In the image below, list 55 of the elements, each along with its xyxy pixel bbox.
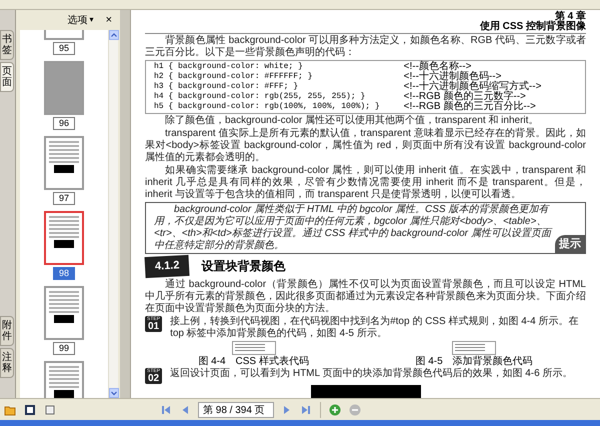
page-number-field[interactable]: 第 98 / 394 页 [198, 402, 274, 418]
code-line: h2 { background-color: #FFFFFF; } [154, 72, 314, 82]
code-screenshot-drawing [452, 340, 496, 354]
side-tab[interactable]: 注释 [0, 348, 14, 378]
code-line: h3 { background-color: #FFF; } [154, 82, 300, 92]
code-screenshot-drawing [232, 340, 276, 354]
code-comment: <!--十六进制颜色码缩写方式--> [404, 82, 542, 92]
page-number: 98 [52, 267, 75, 280]
next-page-icon[interactable] [282, 404, 292, 416]
code-comment: <!--RGB 颜色的三元数字--> [404, 92, 527, 102]
folder-icon[interactable] [4, 404, 16, 416]
code-comment: <!--十六进制颜色码--> [404, 72, 502, 82]
side-tab[interactable]: 书签 [0, 30, 14, 60]
scrollbar[interactable] [108, 30, 118, 398]
paragraph: transparent 值实际上是所有元素的默认值，transparent 意味着显示已经存在的背景。因此，如果对<body>标签设置 background-color，属性值为 red，则页面中所有没有设置 background-color 属性值的元素都会透明的。 [145, 128, 586, 164]
first-page-icon[interactable] [160, 404, 172, 416]
tip-label: 提示 [555, 234, 585, 253]
figure-caption: 图 4-5 添加背景颜色代码 [415, 356, 533, 366]
zoom-in-icon[interactable] [329, 404, 341, 416]
page-view-icon[interactable] [24, 404, 36, 416]
code-comment: <!--RGB 颜色的三元百分比--> [404, 102, 537, 112]
paragraph: 如果确实需要继承 background-color 属性，则可以使用 inherit 值。在实践中，transparent 和 inherit 几乎总是具有同样的效果，尽管有少数情况需要使用 inherit 而不是 transparent。但是，inherit 与设置等于包含块的值相同，而 transparent 只是使背景透明，以便可以看透。 [145, 165, 586, 201]
last-page-icon[interactable] [300, 404, 312, 416]
page-number: 97 [52, 192, 75, 205]
paragraph: 背景颜色属性 background-color 可以用多种方法定义，如颜色名称、RGB 代码、三元数字或者三元百分比。以下是一些背景颜色声明的代码： [145, 35, 586, 59]
page-thumbnail[interactable] [44, 61, 84, 115]
section-title: 设置块背景颜色 [201, 258, 286, 276]
close-button[interactable]: × [106, 12, 112, 28]
section-number: 4.1.2 [144, 254, 190, 278]
code-line: h5 { background-color: rgb(100%, 100%, 100%); } [154, 102, 380, 112]
page-number: 95 [52, 42, 75, 55]
paragraph: 除了颜色值，background-color 属性还可以使用其他两个值，transparent 和 inherit。 [164, 115, 540, 127]
page-thumbnail[interactable] [44, 211, 84, 265]
code-comment: <!--颜色名称--> [404, 62, 472, 72]
page-thumbnail[interactable] [44, 136, 84, 190]
step-text: 返回设计页面，可以看到为 HTML 页面中的块添加背景颜色代码后的效果，如图 4-6 所示。 [170, 368, 574, 380]
previous-page-icon[interactable] [180, 404, 190, 416]
figure-caption: 图 4-4 CSS 样式表代码 [198, 356, 309, 366]
page-number: 99 [52, 342, 75, 355]
scroll-down-icon[interactable] [109, 388, 119, 398]
page-number: 96 [52, 117, 75, 130]
code-line: h4 { background-color: rgb(255, 255, 255); } [154, 92, 366, 102]
window-icon[interactable] [44, 404, 56, 416]
scroll-up-icon[interactable] [109, 30, 119, 40]
paragraph: 通过 background-color（背景颜色）属性不仅可以为页面设置背景颜色，而且可以设定 HTML 中几乎所有元素的背景颜色，因此很多页面都通过为元素设定各种背景颜色来为页面分块。下面介绍在页面中设置背景颜色为页面分块的方法。 [145, 278, 586, 314]
side-tab[interactable]: 页面 [0, 62, 14, 92]
options-menu[interactable]: 选项 ▾ [68, 12, 94, 28]
page-thumbnail[interactable] [44, 286, 84, 340]
step-text: 接上例，转换到代码视图，在代码视图中找到名为#top 的 CSS 样式规则，如图 4-4 所示。在 top 标签中添加背景颜色的代码，如图 4-5 所示。 [170, 316, 580, 340]
tip-text: background-color 属性类似于 HTML 中的 bgcolor 属性。CSS 版本的背景颜色更加有用，不仅是因为它可以应用于页面中的任何元素，bgcolor 属性只能对<body>、<table>、<tr>、<th>和<td>标签进行设置。通过 CSS 样式中的 background-color 属性可以设置页面中任意特定部分的背景颜色。 [154, 203, 551, 253]
chapter-number: 第 4 章 [554, 12, 586, 22]
chapter-title: 使用 CSS 控制背景图像 [480, 22, 586, 32]
zoom-out-icon[interactable] [349, 404, 361, 416]
side-tab[interactable]: 附件 [0, 316, 14, 346]
code-line: h1 { background-color: white; } [154, 62, 304, 72]
